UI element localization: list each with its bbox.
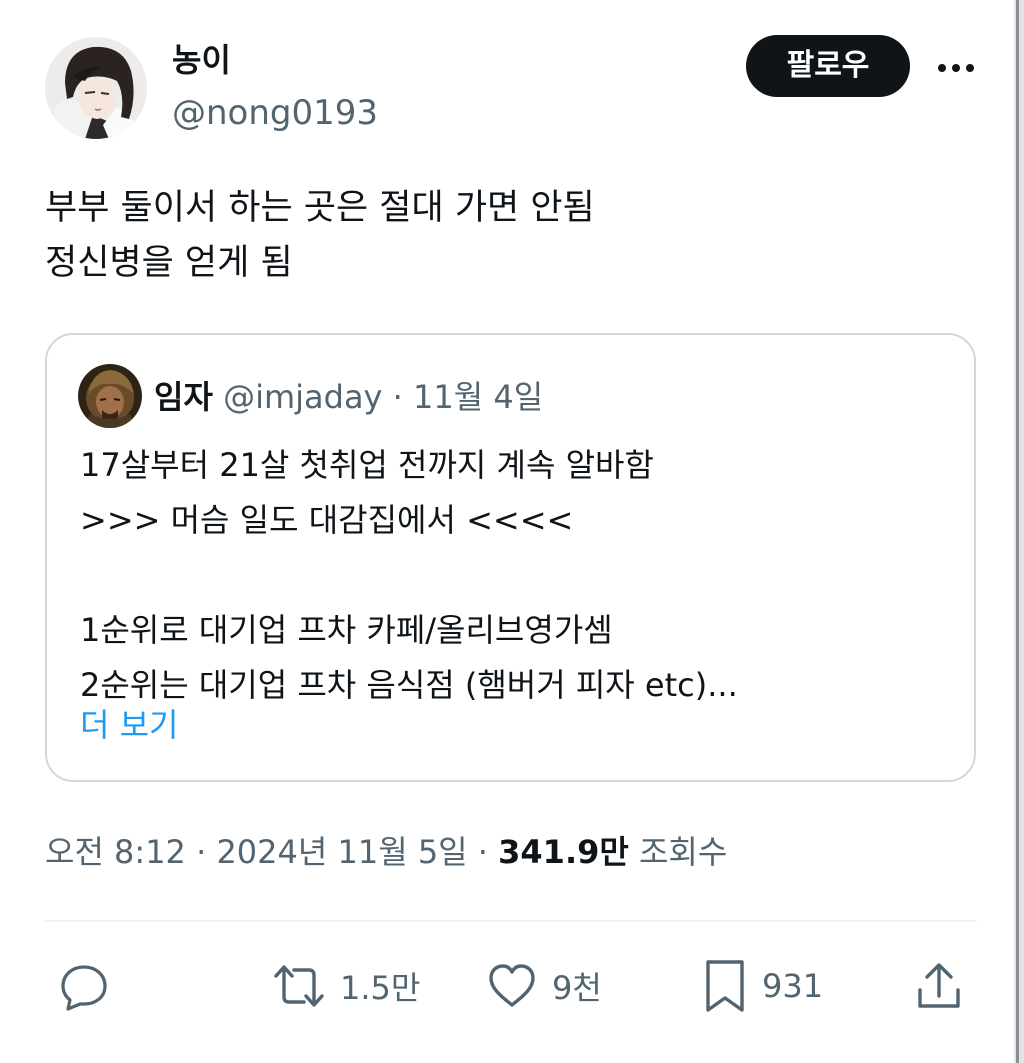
like-count: 9천 (552, 969, 602, 1007)
quote-author-name[interactable]: 임자 (154, 378, 213, 416)
meta-separator: · (477, 833, 488, 871)
bookmark-count: 931 (762, 967, 824, 1005)
tweet-text: 부부 둘이서 하는 곳은 절대 가면 안됨 정신병을 얻게 됨 (45, 181, 985, 291)
quote-line: 1순위로 대기업 프차 카페/올리브영가셈 (80, 611, 613, 649)
tweet-time[interactable]: 오전 8:12 (45, 833, 186, 871)
views-label: 조회수 (638, 833, 728, 871)
reply-button[interactable] (58, 955, 110, 1017)
tweet-line: 부부 둘이서 하는 곳은 절대 가면 안됨 (45, 188, 595, 228)
like-button[interactable]: 9천 (486, 955, 602, 1017)
quote-line (80, 548, 960, 603)
tweet-page: 농이 @nong0193 팔로우 부부 둘이서 하는 곳은 절대 가면 안됨 정… (0, 0, 1024, 1063)
author-handle[interactable]: @nong0193 (172, 92, 378, 134)
scrollbar[interactable] (1014, 0, 1024, 1063)
more-icon[interactable] (934, 52, 978, 82)
quote-line: 2순위는 대기업 프차 음식점 (햄버거 피자 etc)... (80, 666, 738, 704)
author-name[interactable]: 농이 (172, 40, 231, 80)
tweet-date[interactable]: 2024년 11월 5일 (216, 833, 467, 871)
reply-icon (58, 961, 110, 1011)
share-icon (914, 960, 964, 1012)
quote-line: 17살부터 21살 첫취업 전까지 계속 알바함 (80, 446, 654, 484)
quote-text: 17살부터 21살 첫취업 전까지 계속 알바함 >>> 머슴 일도 대감집에서… (80, 438, 960, 713)
show-more-link[interactable]: 더 보기 (80, 700, 179, 750)
bookmark-icon (702, 958, 748, 1014)
quote-author-handle[interactable]: @imjaday (223, 378, 382, 416)
quote-header: 임자 @imjaday · 11월 4일 (154, 372, 543, 422)
meta-separator: · (196, 833, 207, 871)
like-icon (486, 961, 538, 1011)
divider (45, 920, 977, 922)
share-button[interactable] (914, 955, 964, 1017)
author-avatar[interactable] (45, 37, 147, 139)
retweet-icon (272, 961, 326, 1011)
quote-separator: · (392, 378, 403, 416)
quote-line: >>> 머슴 일도 대감집에서 <<<< (80, 501, 574, 539)
bookmark-button[interactable]: 931 (702, 955, 823, 1017)
retweet-button[interactable]: 1.5만 (272, 955, 420, 1017)
quote-author-avatar[interactable] (78, 364, 142, 428)
quote-date[interactable]: 11월 4일 (413, 378, 543, 416)
follow-button[interactable]: 팔로우 (746, 35, 910, 97)
tweet-meta: 오전 8:12 · 2024년 11월 5일 · 341.9만 조회수 (45, 827, 727, 877)
views-count[interactable]: 341.9만 (498, 833, 629, 871)
retweet-count: 1.5만 (340, 969, 421, 1007)
tweet-line: 정신병을 얻게 됨 (45, 243, 293, 283)
